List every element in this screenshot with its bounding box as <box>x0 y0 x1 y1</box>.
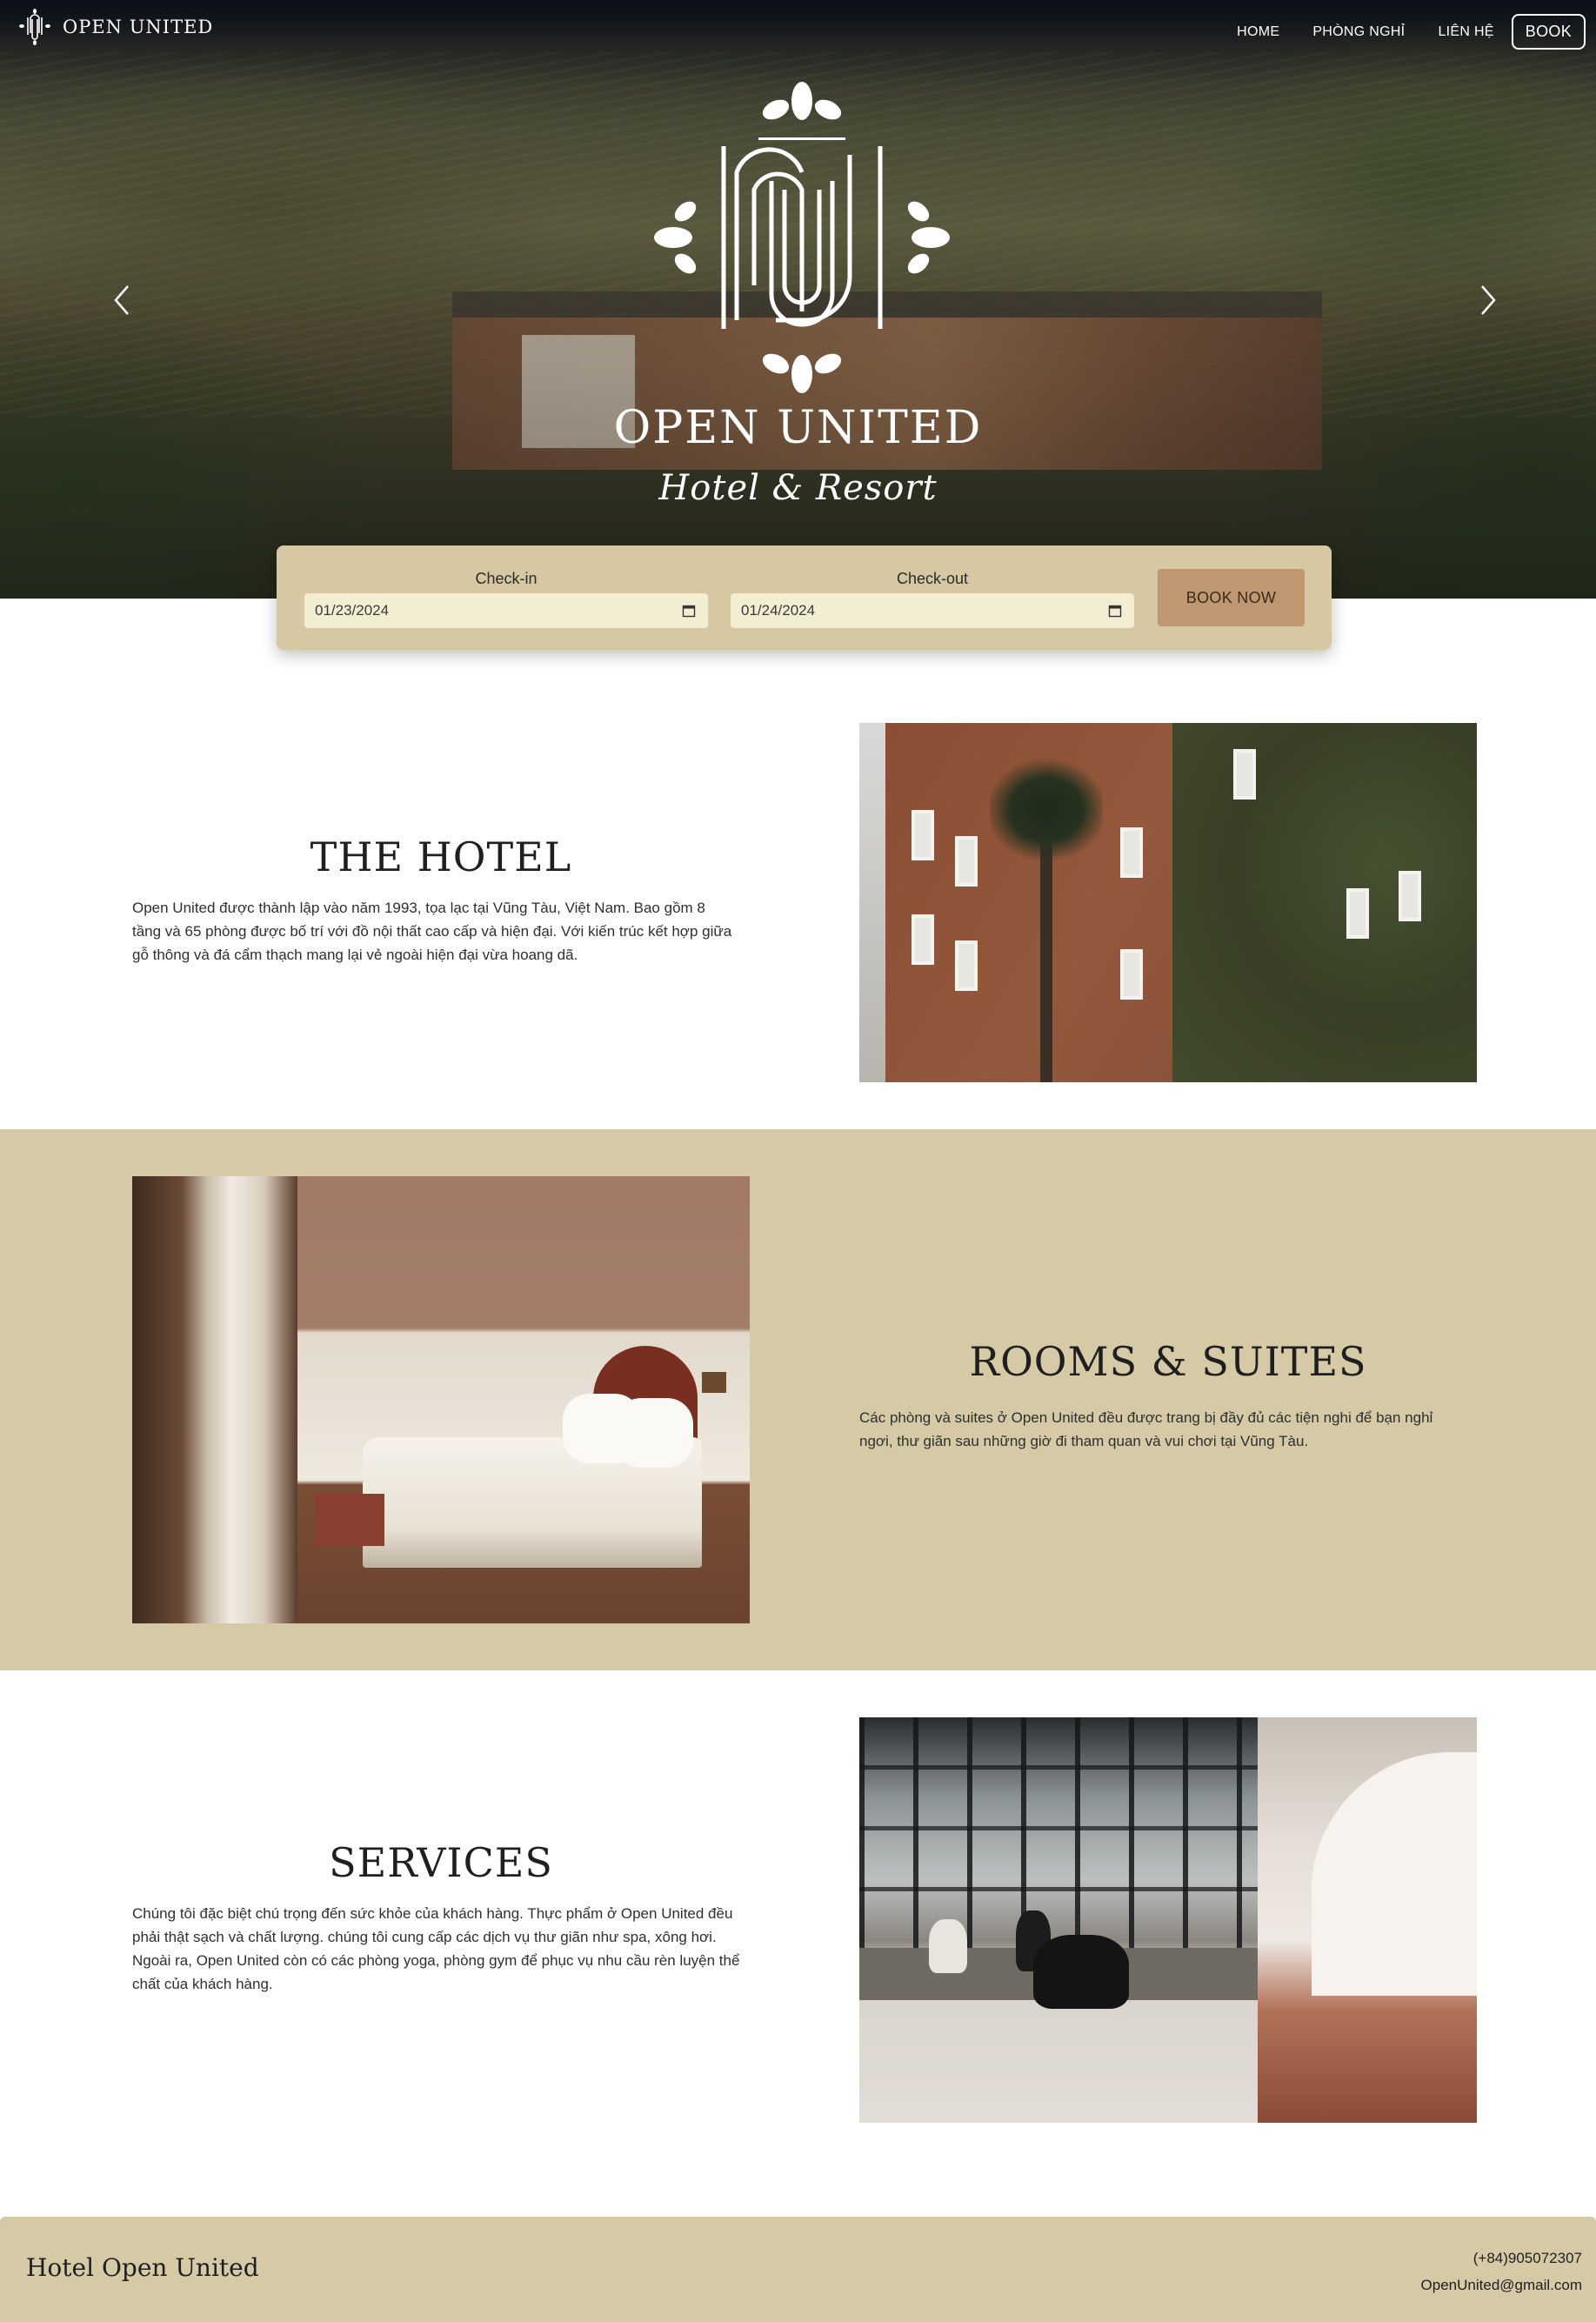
main-nav: HOME PHÒNG NGHỈ LIÊN HỆ BOOK <box>1204 14 1586 50</box>
footer-brand: Hotel Open United <box>26 2253 259 2282</box>
hotel-window <box>1120 949 1143 1000</box>
yoga-person <box>929 1919 967 1973</box>
checkout-label: Check-out <box>896 570 969 587</box>
nav-home[interactable]: HOME <box>1237 24 1279 40</box>
hotel-window <box>1346 888 1369 939</box>
hotel-window <box>955 836 978 887</box>
booking-form: Check-in 01/23/2024 Check-out 01/24/2024… <box>277 545 1332 650</box>
hotel-emblem-icon <box>654 82 950 393</box>
room-interior-image <box>132 1176 750 1623</box>
hotel-ivy <box>1172 723 1477 1082</box>
yoga-room-image <box>859 1717 1477 2123</box>
calendar-icon[interactable] <box>1108 604 1122 618</box>
checkout-value: 01/24/2024 <box>741 602 816 619</box>
brand-name: OPEN UNITED <box>63 17 214 37</box>
chevron-right-icon[interactable] <box>1475 283 1501 318</box>
hotel-title: THE HOTEL <box>310 833 572 880</box>
room-curtain <box>132 1176 297 1623</box>
hotel-exterior-image <box>859 723 1477 1082</box>
room-lamp <box>702 1372 726 1393</box>
footer-phone[interactable]: (+84)905072307 <box>1421 2245 1582 2272</box>
checkin-date-input[interactable]: 01/23/2024 <box>304 593 708 628</box>
yoga-person <box>1033 1935 1129 2009</box>
footer-contact: (+84)905072307 OpenUnited@gmail.com <box>1421 2245 1582 2299</box>
hero-subtitle: Hotel & Resort <box>658 468 938 508</box>
hotel-window <box>1399 871 1421 921</box>
hero-title: OPEN UNITED <box>613 402 983 454</box>
calendar-icon[interactable] <box>682 604 696 618</box>
checkout-date-input[interactable]: 01/24/2024 <box>731 593 1134 628</box>
nav-contact[interactable]: LIÊN HỆ <box>1438 24 1493 40</box>
checkin-label: Check-in <box>475 570 538 587</box>
checkout-field: Check-out 01/24/2024 <box>731 570 1134 628</box>
chevron-left-icon[interactable] <box>109 283 135 318</box>
glass-roof <box>859 1717 1258 1952</box>
palm-tree <box>990 758 1103 1082</box>
nav-book-button[interactable]: BOOK <box>1511 14 1586 50</box>
book-now-button[interactable]: BOOK NOW <box>1158 569 1305 626</box>
room-bench <box>315 1494 384 1546</box>
hotel-description: Open United được thành lập vào năm 1993,… <box>132 900 732 963</box>
hotel-monogram-icon <box>19 9 50 45</box>
footer-email[interactable]: OpenUnited@gmail.com <box>1421 2272 1582 2299</box>
rooms-title: ROOMS & SUITES <box>969 1338 1367 1385</box>
brand-logo-link[interactable]: OPEN UNITED <box>14 7 213 47</box>
checkin-value: 01/23/2024 <box>315 602 390 619</box>
hotel-window <box>1233 749 1256 800</box>
rooms-description: Các phòng và suites ở Open United đều đư… <box>859 1409 1433 1449</box>
hero-banner: OPEN UNITED HOME PHÒNG NGHỈ LIÊN HỆ BOOK <box>0 0 1596 599</box>
services-description: Chúng tôi đặc biệt chú trọng đến sức khỏ… <box>132 1905 740 1992</box>
hotel-window <box>1120 827 1143 878</box>
checkin-field: Check-in 01/23/2024 <box>304 570 708 628</box>
hotel-window <box>912 914 934 965</box>
hotel-window <box>955 940 978 991</box>
site-footer: Hotel Open United (+84)905072307 OpenUni… <box>0 2217 1596 2322</box>
room-pillow <box>615 1398 693 1468</box>
nav-rooms[interactable]: PHÒNG NGHỈ <box>1312 24 1405 40</box>
services-title: SERVICES <box>329 1839 553 1886</box>
hotel-window <box>912 810 934 860</box>
